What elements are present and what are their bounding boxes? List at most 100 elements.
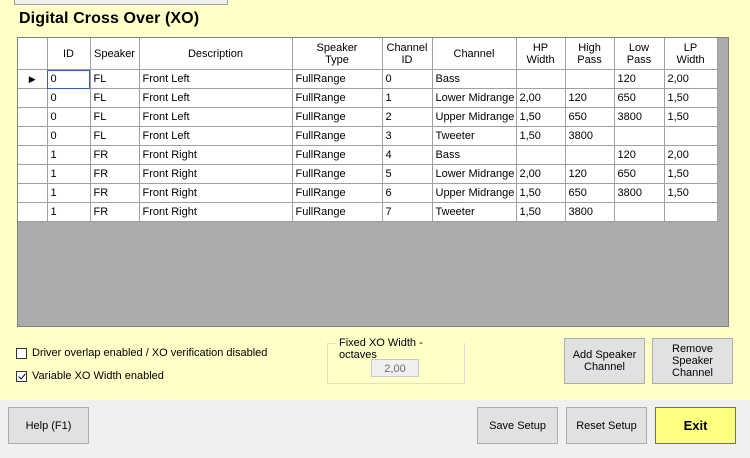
table-row[interactable]: 1 FR Front Right FullRange 6 Upper Midrange 1,… [18,183,718,203]
channel-id-cell[interactable]: 2 [381,107,433,127]
row-header-cell[interactable] [18,202,48,222]
column-header-description[interactable]: Description [138,38,293,70]
row-header-cell[interactable] [18,145,48,165]
speaker-type-cell[interactable]: FullRange [291,126,383,146]
low-pass-cell[interactable]: 3800 [613,183,665,203]
high-pass-cell[interactable]: 3800 [564,126,615,146]
description-cell[interactable]: Front Left [138,88,293,108]
hp-width-cell[interactable] [515,145,566,165]
lp-width-cell[interactable]: 2,00 [663,145,718,165]
high-pass-cell[interactable]: 120 [564,164,615,184]
description-cell[interactable]: Front Right [138,145,293,165]
hp-width-cell[interactable]: 2,00 [515,164,566,184]
speaker-type-cell[interactable]: FullRange [291,107,383,127]
channel-cell[interactable]: Tweeter [431,126,517,146]
speaker-cell[interactable]: FL [89,107,140,127]
hp-width-cell[interactable]: 1,50 [515,202,566,222]
hp-width-cell[interactable]: 1,50 [515,183,566,203]
lp-width-cell[interactable]: 1,50 [663,164,718,184]
low-pass-cell[interactable] [613,202,665,222]
save-setup-button[interactable]: Save Setup [477,407,558,444]
column-header-id[interactable]: ID [46,38,91,70]
description-cell[interactable]: Front Right [138,164,293,184]
low-pass-cell[interactable] [613,126,665,146]
channel-cell[interactable]: Lower Midrange [431,88,517,108]
speaker-type-cell[interactable]: FullRange [291,88,383,108]
driver-overlap-option[interactable]: Driver overlap enabled / XO verification… [16,347,267,359]
low-pass-cell[interactable]: 120 [613,145,665,165]
id-cell[interactable]: 0 [46,126,91,146]
row-header-cell[interactable] [18,88,48,108]
variable-xo-label[interactable]: Variable XO Width enabled [32,370,164,382]
channel-cell[interactable]: Tweeter [431,202,517,222]
crossover-grid[interactable]: ID Speaker Description Speaker Type Chan… [17,37,729,327]
channel-cell[interactable]: Bass [431,69,517,89]
table-row[interactable]: 1 FR Front Right FullRange 7 Tweeter 1,50 3800 [18,202,718,222]
high-pass-cell[interactable]: 3800 [564,202,615,222]
row-header-cell[interactable] [18,126,48,146]
row-header-cell[interactable] [18,107,48,127]
variable-xo-option[interactable]: Variable XO Width enabled [16,370,164,382]
id-cell[interactable]: 0 [46,88,91,108]
table-row[interactable]: 1 FR Front Right FullRange 5 Lower Midrange 2,… [18,164,718,184]
hp-width-cell[interactable]: 1,50 [515,107,566,127]
id-cell[interactable]: 1 [46,145,91,165]
row-header-cell[interactable]: ▶ [18,69,48,89]
table-row[interactable]: 0 FL Front Left FullRange 3 Tweeter 1,50 3800 [18,126,718,146]
channel-id-cell[interactable]: 3 [381,126,433,146]
table-row[interactable]: 0 FL Front Left FullRange 2 Upper Midrange 1,5… [18,107,718,127]
speaker-type-cell[interactable]: FullRange [291,69,383,89]
lp-width-cell[interactable]: 1,50 [663,88,718,108]
description-cell[interactable]: Front Right [138,202,293,222]
high-pass-cell[interactable] [564,145,615,165]
speaker-cell[interactable]: FL [89,69,140,89]
channel-cell[interactable]: Lower Midrange [431,164,517,184]
description-cell[interactable]: Front Left [138,126,293,146]
channel-id-cell[interactable]: 7 [381,202,433,222]
speaker-cell[interactable]: FR [89,145,140,165]
row-header-cell[interactable] [18,183,48,203]
hp-width-cell[interactable]: 1,50 [515,126,566,146]
channel-cell[interactable]: Bass [431,145,517,165]
variable-xo-checkbox[interactable] [16,370,27,382]
speaker-type-cell[interactable]: FullRange [291,183,383,203]
channel-cell[interactable]: Upper Midrange [431,183,517,203]
column-header-high-pass[interactable]: High Pass [564,38,615,70]
speaker-cell[interactable]: FL [89,88,140,108]
lp-width-cell[interactable] [663,126,718,146]
row-header-cell[interactable] [18,164,48,184]
table-row[interactable]: 1 FR Front Right FullRange 4 Bass 120 2,00 [18,145,718,165]
speaker-cell[interactable]: FR [89,202,140,222]
id-cell[interactable]: 1 [46,164,91,184]
hp-width-cell[interactable]: 2,00 [515,88,566,108]
channel-id-cell[interactable]: 5 [381,164,433,184]
driver-overlap-checkbox[interactable] [16,347,27,359]
channel-id-cell[interactable]: 0 [381,69,433,89]
reset-setup-button[interactable]: Reset Setup [566,407,647,444]
column-header-channel[interactable]: Channel [431,38,517,70]
table-row[interactable]: 0 FL Front Left FullRange 1 Lower Midrange 2,0… [18,88,718,108]
high-pass-cell[interactable] [564,69,615,89]
description-cell[interactable]: Front Left [138,69,293,89]
remove-speaker-channel-button[interactable]: Remove Speaker Channel [652,338,733,384]
lp-width-cell[interactable]: 1,50 [663,107,718,127]
help-button[interactable]: Help (F1) [8,407,89,444]
description-cell[interactable]: Front Right [138,183,293,203]
id-cell[interactable]: 0 [46,69,91,89]
driver-overlap-label[interactable]: Driver overlap enabled / XO verification… [32,347,267,359]
id-cell[interactable]: 0 [46,107,91,127]
channel-cell[interactable]: Upper Midrange [431,107,517,127]
low-pass-cell[interactable]: 120 [613,69,665,89]
low-pass-cell[interactable]: 650 [613,164,665,184]
speaker-cell[interactable]: FL [89,126,140,146]
id-cell[interactable]: 1 [46,183,91,203]
description-cell[interactable]: Front Left [138,107,293,127]
lp-width-cell[interactable] [663,202,718,222]
high-pass-cell[interactable]: 650 [564,107,615,127]
id-cell[interactable]: 1 [46,202,91,222]
low-pass-cell[interactable]: 650 [613,88,665,108]
channel-id-cell[interactable]: 1 [381,88,433,108]
column-header-lp-width[interactable]: LP Width [663,38,718,70]
low-pass-cell[interactable]: 3800 [613,107,665,127]
lp-width-cell[interactable]: 2,00 [663,69,718,89]
